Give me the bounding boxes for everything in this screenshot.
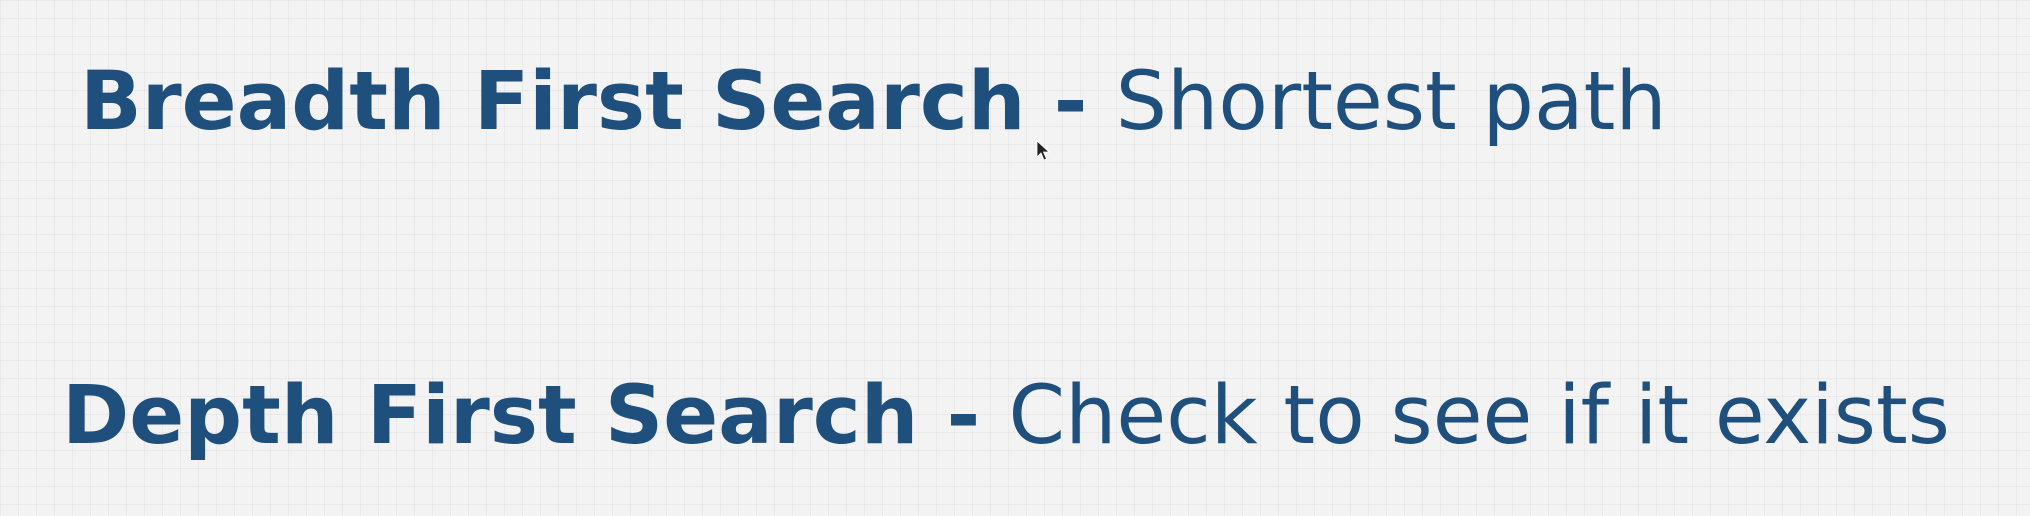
bfs-term: Breadth First Search	[80, 55, 1026, 149]
dfs-line: Depth First Search - Check to see if it …	[62, 376, 1950, 457]
bfs-description: Shortest path	[1115, 55, 1667, 149]
dfs-separator: -	[918, 369, 1009, 463]
dfs-description: Check to see if it exists	[1008, 369, 1950, 463]
bfs-separator: -	[1025, 55, 1116, 149]
dfs-term: Depth First Search	[62, 369, 919, 463]
bfs-line: Breadth First Search - Shortest path	[80, 62, 1667, 143]
mouse-pointer-icon	[1036, 140, 1051, 161]
slide: Breadth First Search - Shortest path Dep…	[0, 0, 2030, 516]
